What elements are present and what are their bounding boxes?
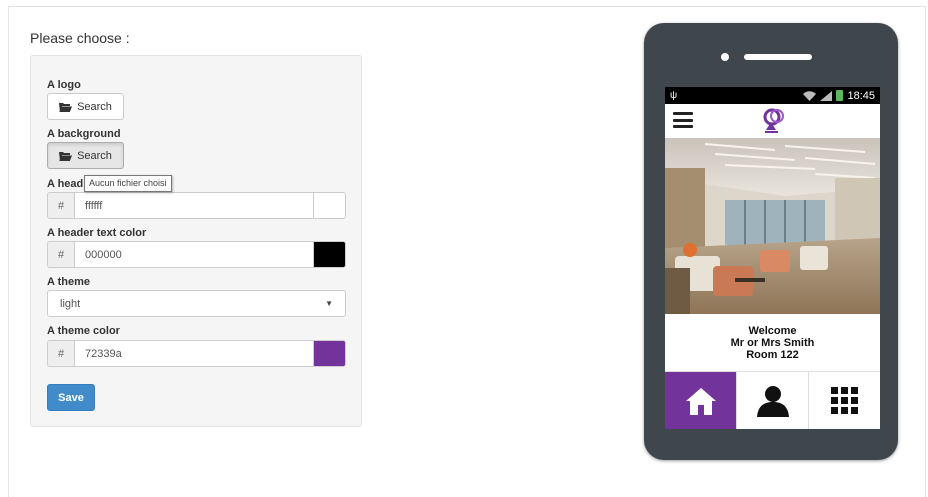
folder-open-icon [59,102,73,112]
background-search-label: Search [77,149,112,162]
tab-profile[interactable] [737,372,809,429]
hash-prefix: # [47,340,74,367]
header-color-input[interactable]: ffffff [74,192,314,219]
phone-preview: ψ 18:45 Welcome Mr or Mrs Smith Room 122 [644,23,898,460]
file-tooltip: Aucun fichier choisi [84,175,172,192]
usb-icon: ψ [670,90,678,101]
app-bar [665,104,880,138]
header-color-input-group: # ffffff [47,192,346,219]
theme-color-swatch[interactable] [314,340,346,367]
caret-down-icon: ▼ [325,299,333,308]
page-prompt: Please choose : [30,30,130,46]
hash-prefix: # [47,241,74,268]
welcome-message: Welcome Mr or Mrs Smith Room 122 [665,314,880,371]
guest-name: Mr or Mrs Smith [730,336,815,349]
tab-bar [665,371,880,429]
signal-icon [820,90,833,101]
header-text-color-label: A header text color [47,227,147,239]
tab-services[interactable] [809,372,880,429]
folder-open-icon [59,151,73,161]
grid-icon [830,386,858,414]
header-text-color-input-group: # 000000 [47,241,346,268]
header-color-label: A head [47,178,84,190]
battery-icon [836,90,844,101]
home-icon [685,387,716,415]
menu-icon[interactable] [673,112,693,128]
user-icon [756,385,789,417]
save-button[interactable]: Save [47,384,95,411]
welcome-line: Welcome [748,324,797,337]
status-bar: ψ 18:45 [665,87,880,104]
background-label: A background [47,128,121,140]
logo-search-label: Search [77,100,112,113]
phone-camera [721,53,729,61]
theme-select-value: light [60,297,81,310]
theme-select[interactable]: light ▼ [47,290,346,317]
header-text-color-input[interactable]: 000000 [74,241,314,268]
settings-panel: A logo Search A background Search A head… [30,55,362,427]
logo-search-button[interactable]: Search [47,93,124,120]
header-text-color-swatch[interactable] [314,241,346,268]
lobby-photo [665,138,880,314]
phone-speaker [744,54,812,60]
wifi-icon [803,90,817,101]
tab-home[interactable] [665,372,737,429]
phone-screen: ψ 18:45 Welcome Mr or Mrs Smith Room 122 [665,87,880,429]
logo-label: A logo [47,79,81,91]
theme-label: A theme [47,276,90,288]
background-search-button[interactable]: Search [47,142,124,169]
hotel-logo [763,108,784,133]
status-time: 18:45 [847,89,875,102]
theme-color-input[interactable]: 72339a [74,340,314,367]
theme-color-label: A theme color [47,325,120,337]
theme-color-input-group: # 72339a [47,340,346,367]
header-color-swatch[interactable] [314,192,346,219]
room-number: Room 122 [746,348,799,361]
hash-prefix: # [47,192,74,219]
